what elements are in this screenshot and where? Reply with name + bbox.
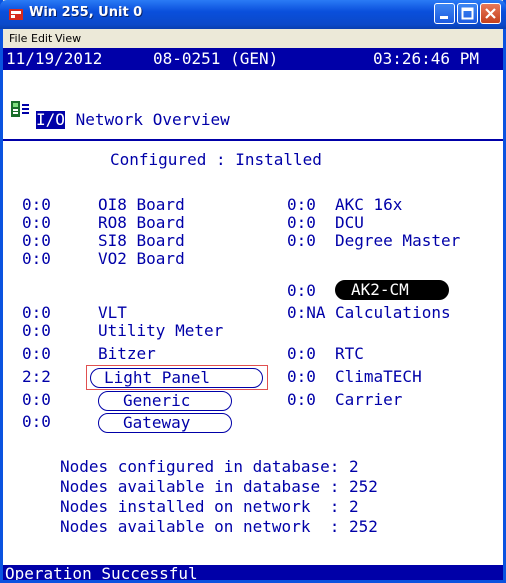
right-count: 0:NA	[287, 303, 326, 322]
left-count: 0:0	[22, 303, 51, 322]
right-count: 0:0	[287, 367, 316, 386]
columns-header: Configured : Installed	[110, 150, 322, 169]
right-count: 0:0	[287, 213, 316, 232]
light-panel-label: Light Panel	[104, 368, 210, 387]
header-time: 03:26:46 PM	[373, 49, 479, 68]
left-label[interactable]: RO8 Board	[98, 214, 185, 232]
page-title-highlight: I/O	[36, 110, 65, 129]
left-count: 0:0	[22, 321, 51, 340]
menu-edit[interactable]: Edit	[31, 32, 52, 45]
title-bar: Win 255, Unit 0	[0, 0, 506, 29]
generic-button[interactable]: Generic	[98, 391, 232, 411]
left-label[interactable]: OI8 Board	[98, 196, 185, 214]
generic-label: Generic	[123, 391, 191, 410]
right-label[interactable]: RTC	[335, 345, 364, 363]
right-count: 0:0	[287, 281, 316, 300]
menu-view[interactable]: View	[55, 32, 81, 45]
window-title: Win 255, Unit 0	[29, 5, 143, 20]
app-icon	[9, 9, 23, 20]
maximize-button[interactable]	[457, 3, 478, 24]
left-count: 0:0	[22, 249, 51, 268]
right-count: 0:0	[287, 344, 316, 363]
minimize-button[interactable]	[434, 3, 455, 24]
page-title: Network Overview	[66, 110, 230, 129]
gateway-label: Gateway	[123, 413, 191, 432]
header-model: 08-0251 (GEN)	[153, 49, 279, 68]
close-button[interactable]	[480, 3, 501, 24]
right-count: 0:0	[287, 390, 316, 409]
left-label[interactable]: VLT	[98, 304, 127, 322]
ak2-cm-label: AK2-CM	[351, 280, 409, 299]
right-label[interactable]: AKC 16x	[335, 196, 402, 214]
io-network-icon	[11, 101, 29, 117]
right-label[interactable]: Calculations	[335, 304, 451, 322]
left-count: 0:0	[22, 213, 51, 232]
left-label[interactable]: Utility Meter	[98, 322, 223, 340]
left-count: 0:0	[22, 390, 51, 409]
app-window: Win 255, Unit 0 File Edit View 11/19/201…	[0, 0, 506, 583]
right-label[interactable]: Carrier	[335, 391, 402, 409]
summary-line: Nodes available on network : 252	[60, 517, 378, 536]
right-label[interactable]: DCU	[335, 214, 364, 232]
menu-file[interactable]: File	[9, 32, 27, 45]
menu-bar: File Edit View	[3, 29, 503, 48]
ak2-cm-button[interactable]: AK2-CM	[335, 280, 449, 300]
right-label[interactable]: ClimaTECH	[335, 368, 422, 386]
divider-top	[3, 139, 503, 141]
summary-line: Nodes configured in database: 2	[60, 457, 359, 476]
minimize-icon	[440, 16, 448, 19]
right-count: 0:0	[287, 231, 316, 250]
left-count: 0:0	[22, 344, 51, 363]
light-panel-button[interactable]: Light Panel	[90, 368, 263, 388]
summary-line: Nodes installed on network : 2	[60, 497, 359, 516]
header-date: 11/19/2012	[6, 49, 103, 68]
status-bar: Operation Successful	[3, 565, 503, 580]
status-text: Operation Successful	[5, 564, 198, 580]
close-icon	[485, 8, 496, 19]
left-count: 2:2	[22, 367, 51, 386]
left-label[interactable]: Bitzer	[98, 345, 156, 363]
maximize-icon	[461, 7, 474, 20]
left-count: 0:0	[22, 231, 51, 250]
right-label[interactable]: Degree Master	[335, 232, 460, 250]
right-count: 0:0	[287, 195, 316, 214]
terminal-screen: 11/19/2012 08-0251 (GEN) 03:26:46 PM I/O…	[3, 48, 503, 580]
left-count: 0:0	[22, 195, 51, 214]
left-count: 0:0	[22, 412, 51, 431]
left-label[interactable]: VO2 Board	[98, 250, 185, 268]
gateway-button[interactable]: Gateway	[98, 413, 232, 433]
header-bar: 11/19/2012 08-0251 (GEN) 03:26:46 PM	[3, 48, 503, 70]
left-label[interactable]: SI8 Board	[98, 232, 185, 250]
summary-line: Nodes available in database : 252	[60, 477, 378, 496]
